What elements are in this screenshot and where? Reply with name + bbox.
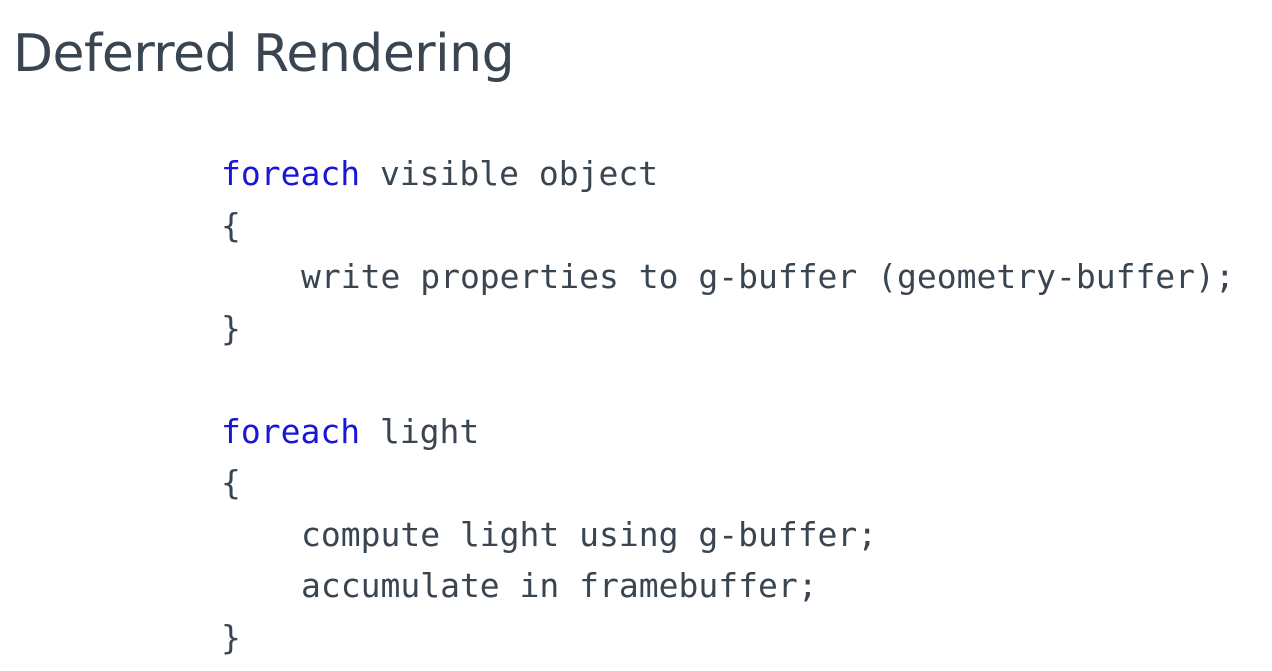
slide-title: Deferred Rendering <box>13 24 515 84</box>
code-line-foreach-objects: foreach visible object <box>221 148 1235 200</box>
code-line-close-brace: } <box>221 612 1235 664</box>
code-text: } <box>221 308 241 348</box>
code-text: { <box>221 205 241 245</box>
code-line-accumulate: accumulate in framebuffer; <box>221 560 1235 612</box>
code-line-compute-light: compute light using g-buffer; <box>221 509 1235 561</box>
code-text: accumulate in framebuffer; <box>301 566 818 605</box>
code-line-close-brace: } <box>221 303 1235 355</box>
keyword-foreach: foreach <box>221 154 361 193</box>
code-text: compute light using g-buffer; <box>301 514 878 554</box>
code-text: { <box>221 463 241 502</box>
code-line-write-gbuffer: write properties to g-buffer (geometry-b… <box>221 251 1235 303</box>
code-text: } <box>221 617 241 657</box>
pseudocode-block: foreach visible object { write propertie… <box>221 148 1235 663</box>
code-text: write properties to g-buffer (geometry-b… <box>301 257 1235 296</box>
code-text: visible object <box>360 154 659 193</box>
code-text: light <box>360 411 480 451</box>
code-line-foreach-light: foreach light <box>221 406 1235 458</box>
code-line-open-brace: { <box>221 200 1235 252</box>
code-line-open-brace: { <box>221 457 1235 509</box>
keyword-foreach: foreach <box>221 411 361 451</box>
